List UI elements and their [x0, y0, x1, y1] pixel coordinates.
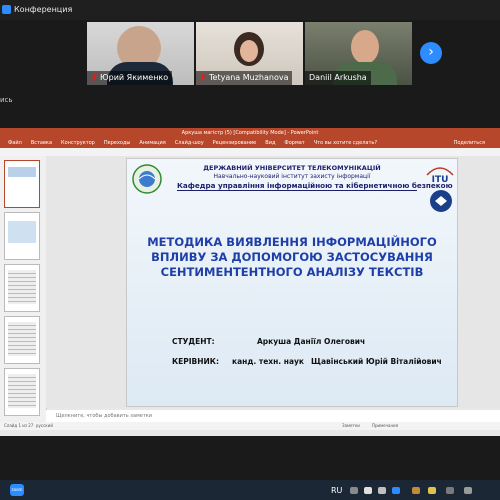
ppt-toolbar-strip [0, 148, 500, 156]
thumbnail-content [8, 270, 36, 304]
tab-file[interactable]: Файл [8, 140, 22, 146]
notes-placeholder: Щелкните, чтобы добавить заметки [56, 413, 153, 419]
chevron-right-icon: › [428, 44, 434, 60]
slide-editing-area[interactable]: ДЕРЖАВНИЙ УНІВЕРСИТЕТ ТЕЛЕКОМУНІКАЦІЙ На… [46, 156, 500, 408]
slide-thumbnail-pane[interactable] [0, 156, 47, 422]
share-button[interactable]: Поделиться [454, 138, 485, 148]
next-page-button[interactable]: › [420, 42, 442, 64]
mic-muted-icon [200, 73, 206, 82]
itu-logo-text: ITU [432, 175, 449, 185]
advisor-degree: канд. техн. наук [232, 357, 304, 366]
zoom-conference-window: Конференция Юрий Якименко Tetyana Muzhan… [0, 0, 500, 480]
participant-nameplate: Юрий Якименко [87, 71, 173, 85]
thumbnail-content [8, 221, 36, 243]
status-language: русский [36, 423, 53, 428]
participant-name: Юрий Якименко [100, 73, 169, 82]
slide-title-line: ВПЛИВУ ЗА ДОПОМОГОЮ ЗАСТОСУВАННЯ [151, 250, 433, 264]
student-name: Аркуша Даніїл Олегович [257, 337, 366, 346]
participant-tile-1[interactable]: Юрий Якименко [87, 22, 194, 85]
participant-face [351, 30, 379, 64]
tray-app-icon[interactable] [464, 487, 472, 494]
slide-title-line: МЕТОДИКА ВИЯВЛЕННЯ ІНФОРМАЦІЙНОГО [147, 235, 437, 249]
tab-format[interactable]: Формат [284, 140, 304, 146]
side-label: ись [0, 96, 13, 104]
participant-name: Daniil Arkusha [309, 73, 367, 82]
notes-pane[interactable]: Щелкните, чтобы добавить заметки [46, 410, 500, 422]
university-emblem-icon [132, 164, 162, 194]
participant-tile-2[interactable]: Tetyana Muzhanova [196, 22, 303, 85]
tray-app-icon[interactable] [350, 487, 358, 494]
slide-title: МЕТОДИКА ВИЯВЛЕННЯ ІНФОРМАЦІЙНОГО ВПЛИВУ… [127, 235, 457, 280]
ppt-statusbar: Слайд 1 из 27 русский Заметки Примечания [0, 422, 500, 430]
mic-muted-icon [91, 73, 97, 82]
comments-button[interactable]: Примечания [372, 422, 398, 430]
university-name: ДЕРЖАВНИЙ УНІВЕРСИТЕТ ТЕЛЕКОМУНІКАЦІЙ [203, 164, 381, 172]
shared-powerpoint-window: Аркуша магістр (5) [Compatibility Mode] … [0, 128, 500, 436]
zoom-taskbar-label: zoom [11, 487, 23, 492]
thumbnail-content [8, 374, 36, 408]
participant-name: Tetyana Muzhanova [209, 73, 289, 82]
tell-me-search[interactable]: Что вы хотите сделать? [314, 140, 377, 146]
slide-thumbnail[interactable] [4, 368, 40, 416]
tray-app-icon[interactable] [428, 487, 436, 494]
slide-thumbnail[interactable] [4, 160, 40, 208]
ppt-title: Аркуша магістр (5) [Compatibility Mode] … [181, 130, 319, 136]
slide-title-line: СЕНТИМЕНТЕНТНОГО АНАЛІЗУ ТЕКСТІВ [160, 265, 424, 279]
slide-thumbnail[interactable] [4, 316, 40, 364]
student-label: СТУДЕНТ: [172, 337, 215, 346]
tab-insert[interactable]: Вставка [31, 140, 52, 146]
slide-counter: Слайд 1 из 27 [4, 423, 34, 428]
tab-animations[interactable]: Анимация [139, 140, 165, 146]
thumbnail-content [8, 167, 36, 177]
tray-app-icon[interactable] [392, 487, 400, 494]
slide-thumbnail[interactable] [4, 212, 40, 260]
ppt-ribbon: Файл Вставка Конструктор Переходы Анимация Сл… [0, 138, 500, 148]
participant-tile-3[interactable]: Daniil Arkusha [305, 22, 412, 85]
windows-taskbar [0, 480, 500, 500]
window-titlebar: Конференция [0, 0, 500, 20]
ppt-titlebar: Аркуша магістр (5) [Compatibility Mode] … [0, 128, 500, 138]
tab-view[interactable]: Вид [265, 140, 275, 146]
participant-nameplate: Daniil Arkusha [305, 71, 371, 85]
itu-logo-icon: ITU [426, 167, 454, 185]
advisor-label: КЕРІВНИК: [172, 357, 219, 366]
zoom-app-icon [2, 5, 11, 14]
slide-canvas[interactable]: ДЕРЖАВНИЙ УНІВЕРСИТЕТ ТЕЛЕКОМУНІКАЦІЙ На… [126, 158, 458, 407]
tray-app-icon[interactable] [446, 487, 454, 494]
participant-nameplate: Tetyana Muzhanova [196, 71, 293, 85]
tray-app-icon[interactable] [412, 487, 420, 494]
tab-design[interactable]: Конструктор [61, 140, 95, 146]
volume-icon[interactable] [378, 487, 386, 494]
notes-button[interactable]: Заметки [342, 422, 360, 430]
shield-emblem-icon [430, 190, 452, 212]
institute-name: Навчально-науковий інститут захисту інфо… [213, 173, 371, 180]
thumbnail-content [8, 322, 36, 356]
tab-transitions[interactable]: Переходы [104, 140, 131, 146]
participant-face [240, 40, 258, 62]
zoom-taskbar-app[interactable]: zoom [10, 484, 24, 496]
network-icon[interactable] [364, 487, 372, 494]
advisor-name: Щавінський Юрій Віталійович [311, 357, 442, 366]
window-title: Конференция [14, 5, 73, 14]
input-language-indicator[interactable]: RU [331, 486, 342, 495]
slide-thumbnail[interactable] [4, 264, 40, 312]
department-name: Кафедра управління інформаційною та кібе… [177, 181, 453, 191]
tab-slideshow[interactable]: Слайд-шоу [175, 140, 204, 146]
tab-review[interactable]: Рецензирование [213, 140, 257, 146]
